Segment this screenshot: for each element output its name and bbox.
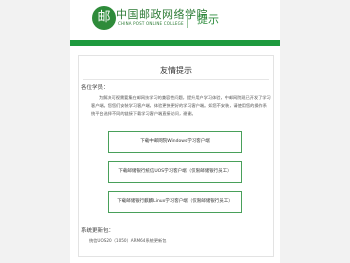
post-emblem-icon: 邮 — [92, 6, 116, 30]
notice-card: 友情提示 各位学员： 为解决可视需要集在邮网技学习的兼容性问题，提升用户学习体验… — [78, 55, 274, 257]
logo-english-text: CHINA POST ONLINE COLLEGE — [118, 21, 184, 26]
site-header: 邮 中国邮政网络学院 CHINA POST ONLINE COLLEGE 提示 — [70, 0, 280, 36]
system-update-heading: 系统更新包： — [81, 228, 115, 234]
title-divider — [83, 79, 269, 80]
intro-paragraph: 为解决可视需要集在邮网技学习的兼容性问题，提升用户学习体验，中邮网院现已开发了学… — [91, 95, 271, 116]
system-update-link[interactable]: 统信UOS20（1050）ARM64系统更新包 — [89, 238, 166, 244]
download-uos-button[interactable]: 下载邮储银行统信UOS学习客户端（仅限邮储银行员工） — [108, 161, 242, 183]
notice-title: 友情提示 — [160, 66, 192, 75]
header-title: 提示 — [197, 13, 219, 26]
site-logo[interactable]: 邮 中国邮政网络学院 CHINA POST ONLINE COLLEGE — [92, 6, 208, 32]
page-container: 邮 中国邮政网络学院 CHINA POST ONLINE COLLEGE 提示 … — [70, 0, 280, 263]
download-kylin-button[interactable]: 下载邮储银行麒麟Linux学习客户端（仅限邮储银行员工） — [108, 191, 242, 213]
download-windows-button[interactable]: 下载中邮网院Windows学习客户端 — [108, 131, 242, 153]
logo-chinese-text: 中国邮政网络学院 — [116, 8, 208, 21]
salutation: 各位学员： — [81, 85, 109, 91]
header-divider — [187, 10, 188, 28]
brand-bar — [70, 40, 280, 46]
